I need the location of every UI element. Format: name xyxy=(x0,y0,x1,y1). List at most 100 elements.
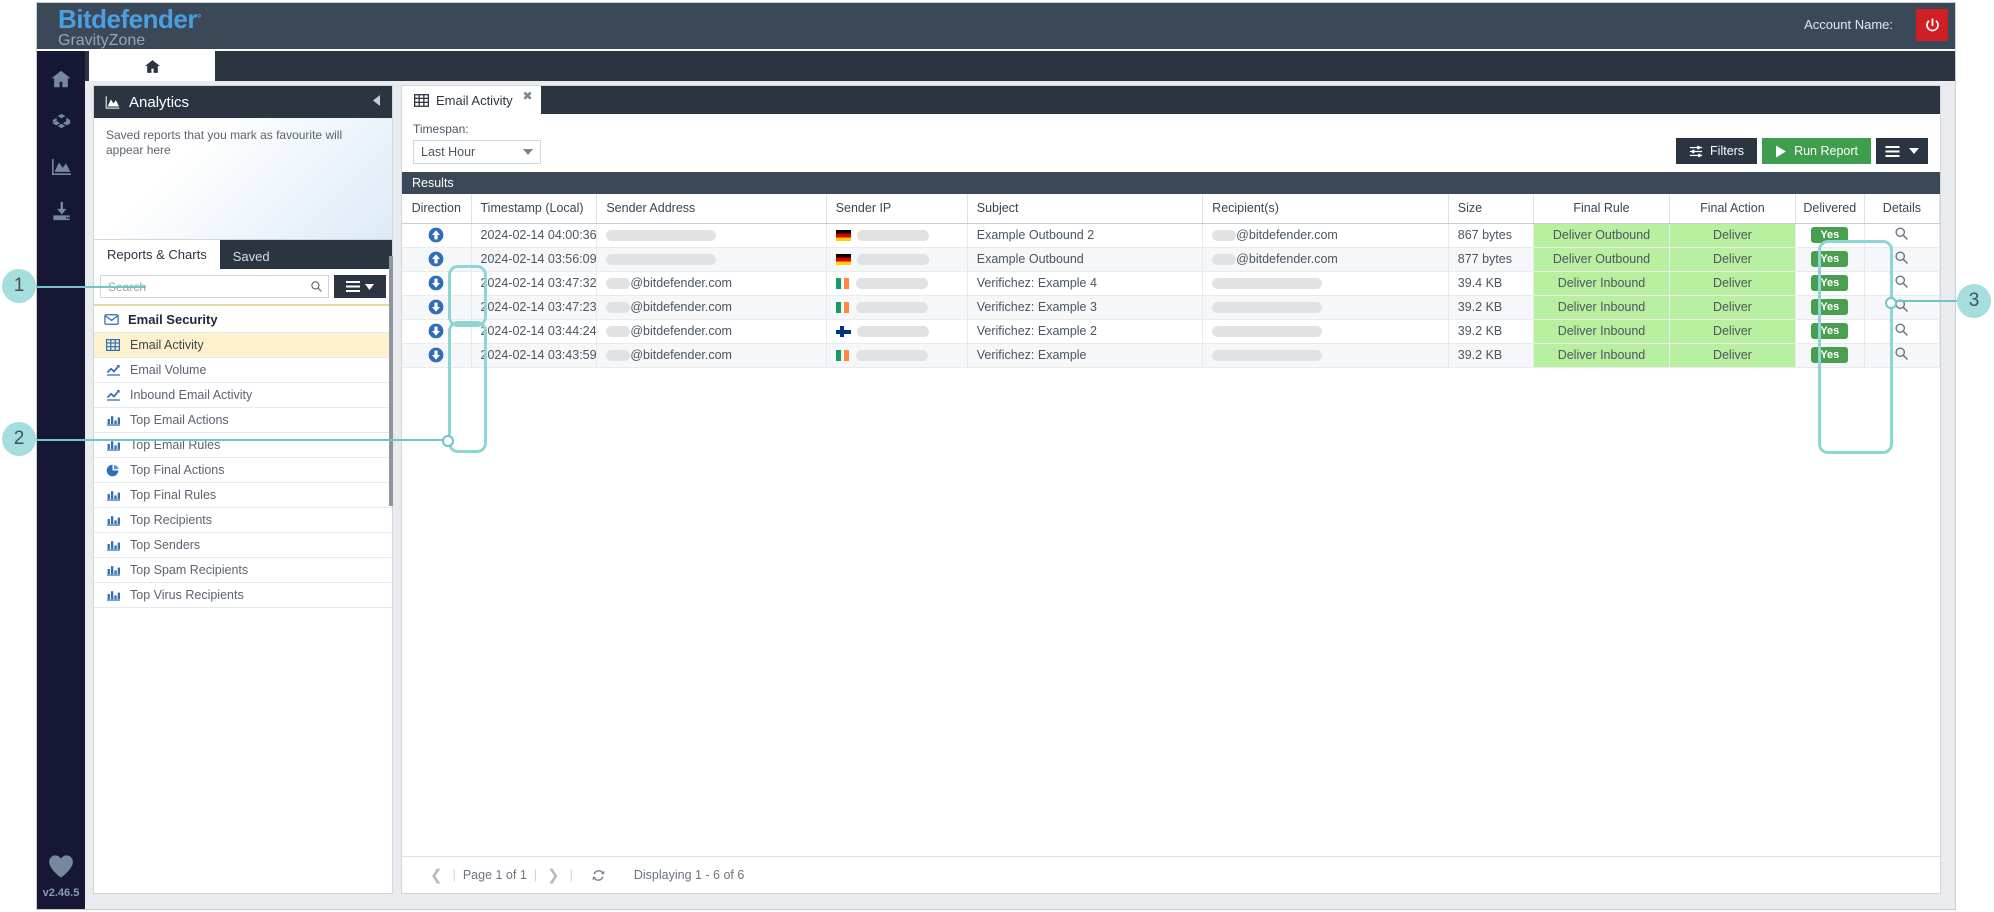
reports-list-menu-button[interactable] xyxy=(334,275,386,298)
cell-details[interactable] xyxy=(1864,223,1939,247)
column-header-delivered[interactable]: Delivered xyxy=(1795,194,1864,223)
cell-sender-address: @bitdefender.com xyxy=(597,295,826,319)
cell-direction[interactable] xyxy=(402,271,471,295)
refresh-icon xyxy=(591,868,606,883)
cell-sender-ip xyxy=(826,223,967,247)
cell-details[interactable] xyxy=(1864,319,1939,343)
app-version: v2.46.5 xyxy=(37,887,85,899)
cell-direction[interactable] xyxy=(402,247,471,271)
callout-endpoint-2 xyxy=(442,435,454,447)
column-header-sender-address[interactable]: Sender Address xyxy=(597,194,826,223)
cell-details[interactable] xyxy=(1864,343,1939,367)
report-item-label: Email Volume xyxy=(130,363,206,377)
redacted-block xyxy=(606,302,630,313)
column-header-timestamp[interactable]: Timestamp (Local) xyxy=(471,194,597,223)
cell-details[interactable] xyxy=(1864,271,1939,295)
report-item-inbound-email-activity[interactable]: Inbound Email Activity xyxy=(94,383,392,408)
callout-marker-1: 1 xyxy=(2,269,36,303)
cell-details[interactable] xyxy=(1864,295,1939,319)
cell-recipients: @bitdefender.com xyxy=(1203,223,1449,247)
table-row[interactable]: 2024-02-14 04:00:36Example Outbound 2@bi… xyxy=(402,223,1940,247)
cell-final-rule: Deliver Inbound xyxy=(1534,271,1670,295)
panel-scrollbar[interactable] xyxy=(389,256,393,506)
column-header-details[interactable]: Details xyxy=(1864,194,1939,223)
rail-item-home[interactable] xyxy=(37,57,85,101)
report-item-email-activity[interactable]: Email Activity xyxy=(94,333,392,358)
rail-item-reports[interactable] xyxy=(37,145,85,189)
report-item-top-senders[interactable]: Top Senders xyxy=(94,533,392,558)
report-item-top-email-actions[interactable]: Top Email Actions xyxy=(94,408,392,433)
cell-direction[interactable] xyxy=(402,223,471,247)
brand-logo: Bitdefender° GravityZone xyxy=(58,6,201,49)
report-options-menu-button[interactable] xyxy=(1876,138,1928,164)
refresh-button[interactable] xyxy=(573,868,622,883)
report-item-top-spam-recipients[interactable]: Top Spam Recipients xyxy=(94,558,392,583)
column-header-sender-ip[interactable]: Sender IP xyxy=(826,194,967,223)
analytics-panel-title: Analytics xyxy=(129,94,189,111)
report-item-top-final-actions[interactable]: Top Final Actions xyxy=(94,458,392,483)
report-item-top-email-rules[interactable]: Top Email Rules xyxy=(94,433,392,458)
table-row[interactable]: 2024-02-14 03:47:32@bitdefender.comVerif… xyxy=(402,271,1940,295)
column-header-direction[interactable]: Direction xyxy=(402,194,471,223)
analytics-icon xyxy=(49,155,73,179)
report-item-label: Top Final Rules xyxy=(130,488,216,502)
table-row[interactable]: 2024-02-14 03:56:09Example Outbound@bitd… xyxy=(402,247,1940,271)
flag-de-icon xyxy=(836,230,851,241)
details-magnifier-icon[interactable] xyxy=(1894,326,1909,340)
analytics-icon xyxy=(104,95,121,110)
run-report-button[interactable]: Run Report xyxy=(1762,138,1871,164)
details-magnifier-icon[interactable] xyxy=(1894,278,1909,292)
redacted-block xyxy=(606,254,716,265)
displaying-count: Displaying 1 - 6 of 6 xyxy=(622,868,744,882)
favourites-text: Saved reports that you mark as favourite… xyxy=(106,128,380,158)
column-header-final-rule[interactable]: Final Rule xyxy=(1534,194,1670,223)
timespan-select[interactable]: Last Hour xyxy=(413,140,541,164)
cell-direction[interactable] xyxy=(402,319,471,343)
table-row[interactable]: 2024-02-14 03:47:23@bitdefender.comVerif… xyxy=(402,295,1940,319)
logout-button[interactable] xyxy=(1916,9,1948,41)
report-item-email-volume[interactable]: Email Volume xyxy=(94,358,392,383)
cell-direction[interactable] xyxy=(402,295,471,319)
home-tab[interactable] xyxy=(89,51,215,81)
details-magnifier-icon[interactable] xyxy=(1894,230,1909,244)
direction-inbound-icon[interactable] xyxy=(428,275,444,291)
report-item-top-final-rules[interactable]: Top Final Rules xyxy=(94,483,392,508)
results-label: Results xyxy=(412,176,454,190)
direction-inbound-icon[interactable] xyxy=(428,347,444,363)
table-row[interactable]: 2024-02-14 03:43:59@bitdefender.comVerif… xyxy=(402,343,1940,367)
report-item-top-virus-recipients[interactable]: Top Virus Recipients xyxy=(94,583,392,608)
bar-chart-icon xyxy=(106,564,124,576)
cell-direction[interactable] xyxy=(402,343,471,367)
column-header-recipients[interactable]: Recipient(s) xyxy=(1203,194,1449,223)
collapse-panel-button[interactable] xyxy=(372,93,382,111)
close-icon[interactable]: ✖ xyxy=(523,90,533,102)
report-tab-bar: Email Activity ✖ xyxy=(402,86,1940,114)
cell-subject: Verifichez: Example xyxy=(967,343,1202,367)
column-header-final-action[interactable]: Final Action xyxy=(1669,194,1795,223)
tab-saved[interactable]: Saved xyxy=(220,244,283,269)
report-tab-email-activity[interactable]: Email Activity ✖ xyxy=(402,86,541,114)
direction-outbound-icon[interactable] xyxy=(428,227,444,243)
column-header-subject[interactable]: Subject xyxy=(967,194,1202,223)
tab-reports-and-charts[interactable]: Reports & Charts xyxy=(94,240,220,269)
prev-page-button[interactable]: ❮ xyxy=(420,866,453,884)
cell-final-rule: Deliver Inbound xyxy=(1534,295,1670,319)
flag-ie-icon xyxy=(836,302,850,313)
details-magnifier-icon[interactable] xyxy=(1894,350,1909,364)
rail-item-downloads[interactable] xyxy=(37,189,85,233)
cell-details[interactable] xyxy=(1864,247,1939,271)
cell-delivered: Yes xyxy=(1795,343,1864,367)
direction-inbound-icon[interactable] xyxy=(428,323,444,339)
rail-item-network[interactable] xyxy=(37,101,85,145)
direction-inbound-icon[interactable] xyxy=(428,299,444,315)
column-header-size[interactable]: Size xyxy=(1448,194,1533,223)
report-item-label: Top Senders xyxy=(130,538,200,552)
next-page-button[interactable]: ❯ xyxy=(537,866,570,884)
table-row[interactable]: 2024-02-14 03:44:24@bitdefender.comVerif… xyxy=(402,319,1940,343)
filters-button[interactable]: Filters xyxy=(1676,138,1757,164)
cell-final-rule: Deliver Outbound xyxy=(1534,223,1670,247)
details-magnifier-icon[interactable] xyxy=(1894,254,1909,268)
direction-outbound-icon[interactable] xyxy=(428,251,444,267)
cell-timestamp: 2024-02-14 03:47:23 xyxy=(471,295,597,319)
report-item-top-recipients[interactable]: Top Recipients xyxy=(94,508,392,533)
